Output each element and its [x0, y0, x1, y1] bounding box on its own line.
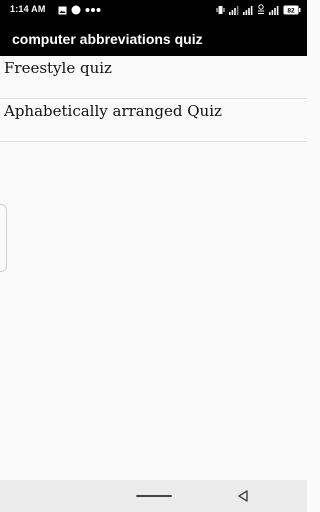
list-item-label: Freestyle quiz	[4, 59, 112, 77]
list-item-label: Aphabetically arranged Quiz	[4, 102, 222, 120]
status-notification-icons	[58, 5, 101, 15]
home-pill-icon[interactable]	[136, 495, 172, 497]
back-triangle-icon[interactable]	[236, 489, 250, 503]
list-item-freestyle-quiz[interactable]: Freestyle quiz	[0, 56, 307, 99]
signal-icon	[243, 6, 253, 15]
battery-icon: 82	[283, 5, 301, 15]
circle-icon	[71, 5, 81, 15]
more-dots-icon	[85, 8, 101, 12]
signal-icon	[229, 6, 239, 15]
battery-level: 82	[287, 8, 295, 15]
app-bar: computer abbreviations quiz	[0, 22, 307, 56]
status-system-icons: 82	[216, 3, 301, 17]
navigation-bar	[0, 480, 307, 512]
gallery-icon	[58, 6, 67, 14]
data-speed-icon	[258, 4, 264, 14]
list-item-alphabetical-quiz[interactable]: Aphabetically arranged Quiz	[0, 99, 307, 142]
signal-icon	[269, 6, 279, 15]
quiz-menu-list: Freestyle quiz Aphabetically arranged Qu…	[0, 56, 307, 142]
edge-panel-handle[interactable]	[0, 204, 7, 272]
status-time: 1:14 AM	[10, 4, 46, 14]
vibrate-icon	[216, 6, 225, 14]
status-bar: 1:14 AM 82	[0, 0, 307, 22]
app-title: computer abbreviations quiz	[12, 31, 203, 47]
